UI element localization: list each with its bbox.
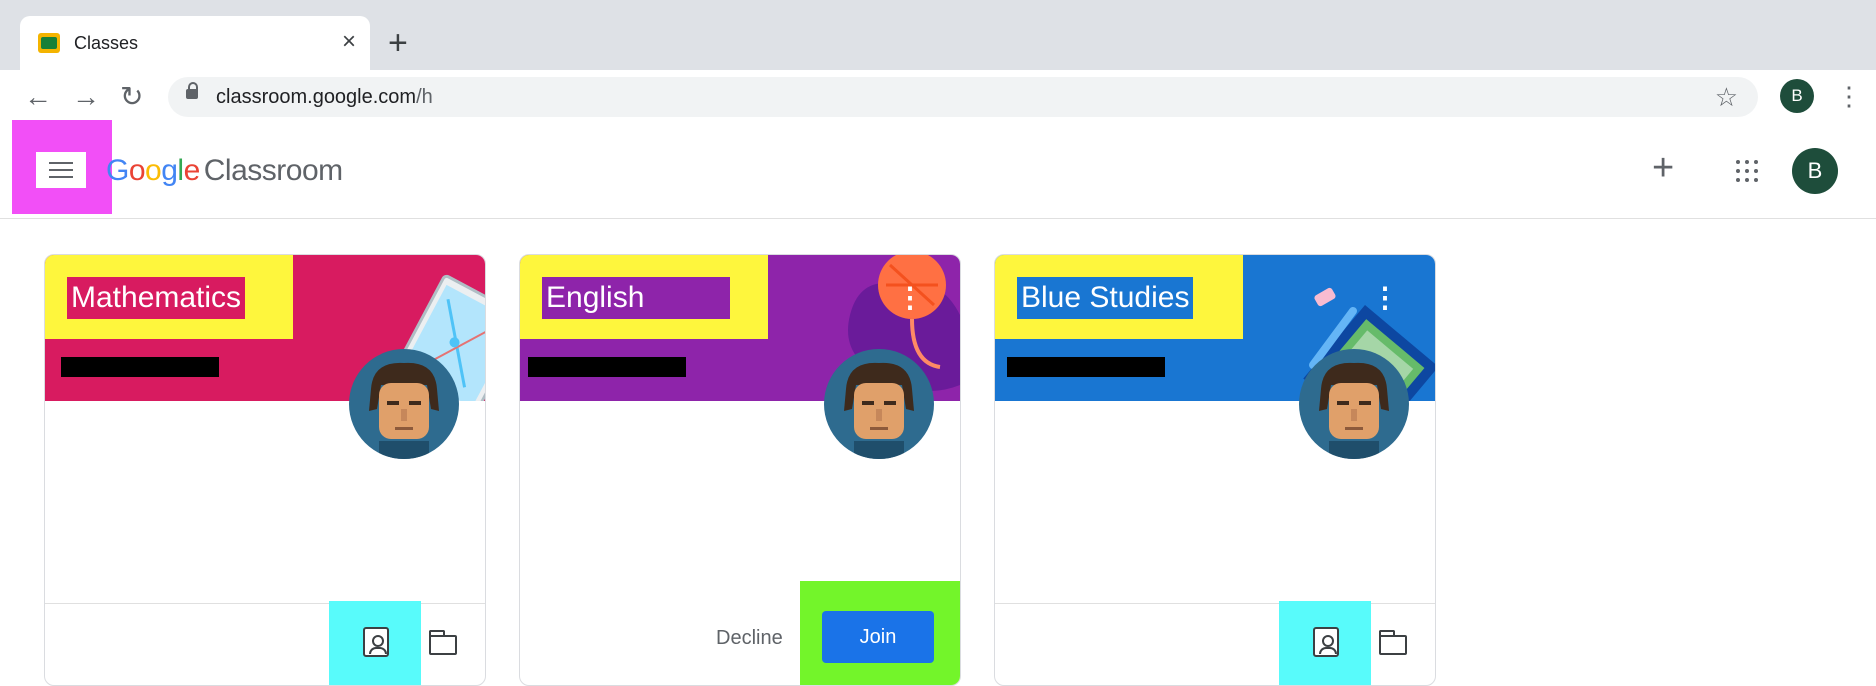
lock-icon[interactable] bbox=[186, 82, 198, 99]
browser-profile-avatar[interactable]: B bbox=[1780, 79, 1814, 113]
join-button[interactable]: Join bbox=[822, 611, 934, 663]
teacher-avatar[interactable] bbox=[824, 349, 934, 459]
redacted-section bbox=[528, 357, 686, 377]
folder-icon[interactable] bbox=[429, 630, 457, 655]
assignment-icon[interactable] bbox=[1313, 627, 1339, 657]
assignment-icon[interactable] bbox=[363, 627, 389, 657]
teacher-avatar[interactable] bbox=[1299, 349, 1409, 459]
browser-tab-strip: Classes × + bbox=[0, 0, 1876, 70]
browser-tab[interactable]: Classes × bbox=[20, 16, 370, 70]
google-apps-icon[interactable] bbox=[1736, 160, 1758, 182]
url-text: classroom.google.com/h bbox=[216, 86, 433, 108]
app-header: Google Classroom + B bbox=[0, 120, 1876, 219]
forward-arrow-icon[interactable]: → bbox=[72, 79, 100, 115]
class-title[interactable]: Mathematics bbox=[67, 277, 246, 319]
google-classroom-logo[interactable]: Google Classroom bbox=[106, 154, 343, 188]
reload-icon[interactable]: ↻ bbox=[120, 79, 143, 115]
redacted-section bbox=[61, 357, 219, 377]
decline-button[interactable]: Decline bbox=[716, 627, 783, 650]
back-arrow-icon[interactable]: ← bbox=[24, 79, 52, 115]
class-title[interactable]: Blue Studies bbox=[1017, 277, 1194, 319]
browser-menu-icon[interactable]: ⋮ bbox=[1836, 79, 1862, 113]
main-menu-button[interactable] bbox=[36, 152, 86, 188]
card-menu-icon[interactable]: ⋮ bbox=[896, 283, 924, 313]
address-bar[interactable]: classroom.google.com/h ☆ bbox=[168, 77, 1758, 117]
new-tab-button[interactable]: + bbox=[388, 24, 408, 62]
create-join-class-button[interactable]: + bbox=[1652, 146, 1674, 190]
classroom-favicon-icon bbox=[38, 33, 60, 53]
class-card-english[interactable]: English ⋮ Decline Join bbox=[519, 254, 961, 686]
bookmark-star-icon[interactable]: ☆ bbox=[1715, 82, 1738, 113]
class-card-mathematics[interactable]: Mathematics bbox=[44, 254, 486, 686]
class-title[interactable]: English bbox=[542, 277, 731, 319]
tab-title: Classes bbox=[74, 33, 139, 53]
card-menu-icon[interactable]: ⋮ bbox=[1371, 283, 1399, 313]
class-card-blue-studies[interactable]: Blue Studies ⋮ bbox=[994, 254, 1436, 686]
folder-icon[interactable] bbox=[1379, 630, 1407, 655]
browser-toolbar: ← → ↻ classroom.google.com/h ☆ B ⋮ bbox=[0, 70, 1876, 125]
account-avatar[interactable]: B bbox=[1792, 148, 1838, 194]
redacted-section bbox=[1007, 357, 1165, 377]
tab-close-icon[interactable]: × bbox=[342, 28, 356, 56]
teacher-avatar[interactable] bbox=[349, 349, 459, 459]
